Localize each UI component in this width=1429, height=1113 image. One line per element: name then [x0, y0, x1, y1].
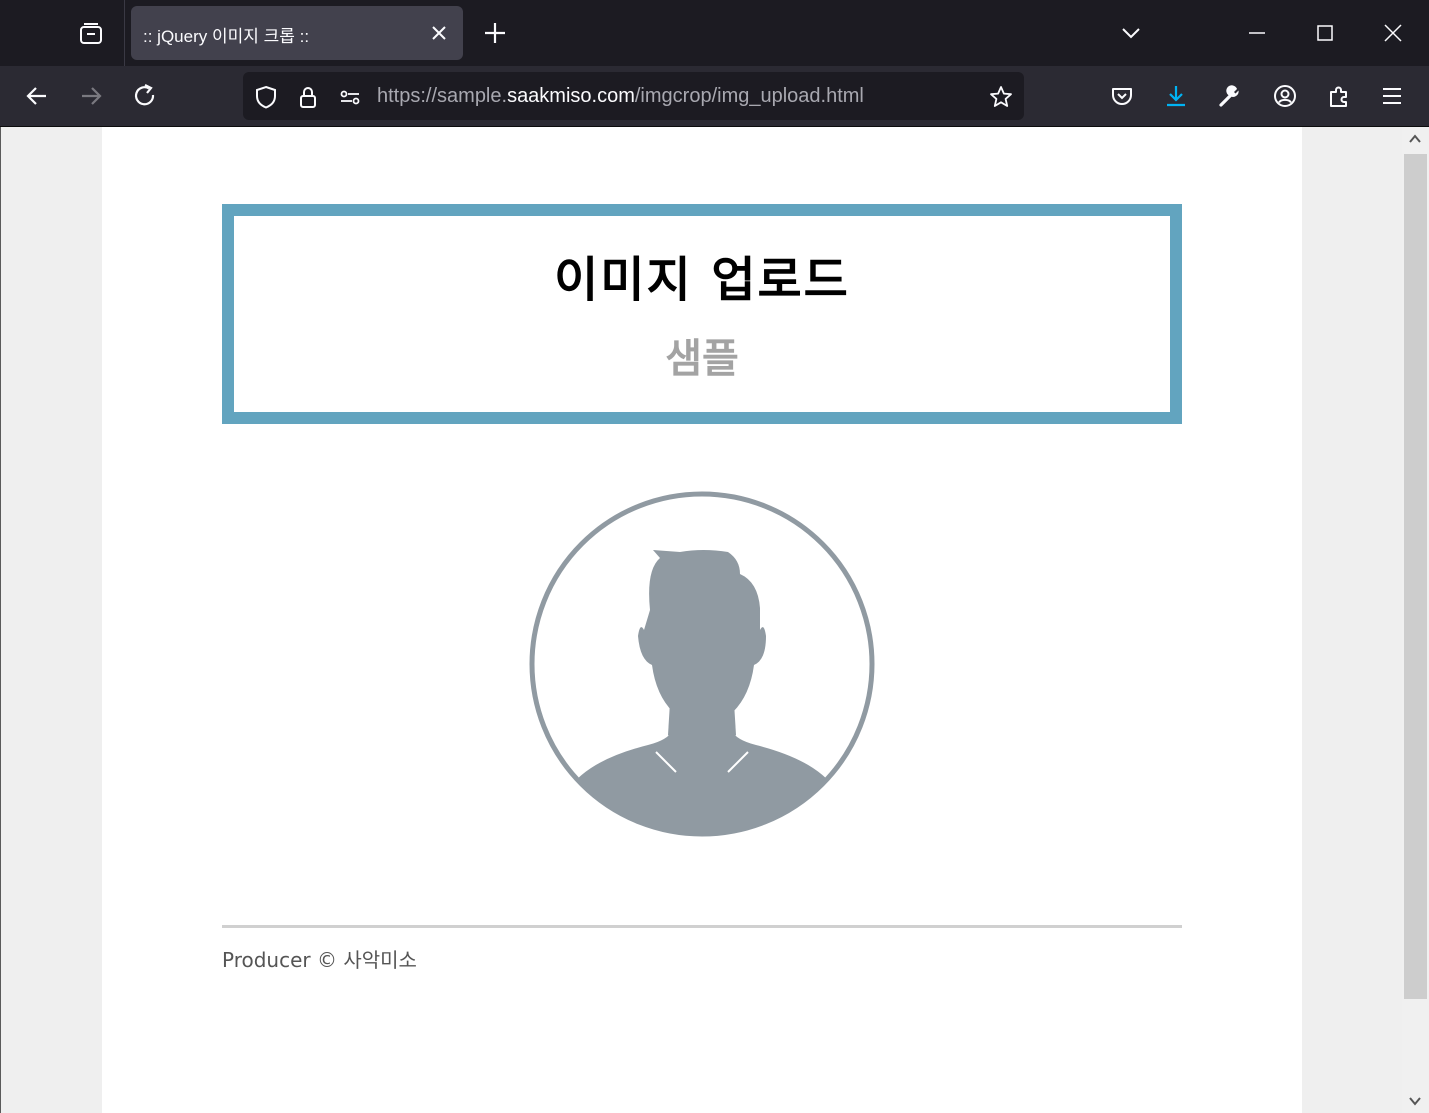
extensions-puzzle-icon[interactable]	[1324, 81, 1354, 111]
menu-hamburger-icon[interactable]	[1377, 81, 1407, 111]
tab-title: :: jQuery 이미지 크롭 ::	[143, 27, 310, 46]
url-path: /imgcrop/img_upload.html	[634, 85, 864, 107]
profile-avatar-image[interactable]	[528, 490, 876, 838]
permissions-icon[interactable]	[337, 84, 363, 110]
back-arrow-icon[interactable]	[22, 81, 52, 111]
page-container: 이미지 업로드 샘플 Producer © 사악미소	[102, 127, 1302, 1113]
downloads-icon[interactable]	[1161, 81, 1191, 111]
page-viewport: 이미지 업로드 샘플 Producer © 사악미소	[0, 127, 1402, 1113]
tab-separator	[124, 0, 125, 66]
address-bar[interactable]: https://sample.saakmiso.com/imgcrop/img_…	[243, 72, 1024, 120]
url-host: saakmiso.com	[507, 85, 635, 107]
browser-navbar: https://sample.saakmiso.com/imgcrop/img_…	[0, 66, 1429, 127]
url-text[interactable]: https://sample.saakmiso.com/imgcrop/img_…	[377, 85, 864, 108]
page-subtitle: 샘플	[665, 336, 739, 382]
pocket-icon[interactable]	[1107, 81, 1137, 111]
vertical-scrollbar[interactable]	[1402, 127, 1429, 1113]
title-box: 이미지 업로드 샘플	[222, 204, 1182, 424]
window-close-icon[interactable]	[1380, 20, 1406, 46]
scrollbar-thumb[interactable]	[1404, 154, 1427, 999]
scroll-up-chevron-icon[interactable]	[1407, 131, 1423, 147]
tab-overview-icon[interactable]	[72, 16, 110, 52]
lock-icon[interactable]	[295, 84, 321, 110]
tab-close-icon[interactable]	[429, 23, 449, 43]
scroll-down-chevron-icon[interactable]	[1407, 1093, 1423, 1109]
window-border	[0, 127, 1, 1113]
list-all-tabs-chevron-down-icon[interactable]	[1118, 20, 1144, 46]
page-title: 이미지 업로드	[554, 252, 850, 308]
footer-producer-text: Producer © 사악미소	[222, 948, 417, 972]
account-icon[interactable]	[1270, 81, 1300, 111]
window-minimize-icon[interactable]	[1244, 20, 1270, 46]
forward-arrow-icon[interactable]	[76, 81, 106, 111]
window-maximize-icon[interactable]	[1312, 20, 1338, 46]
developer-tools-wrench-icon[interactable]	[1215, 81, 1245, 111]
url-prefix: https://sample.	[377, 85, 508, 107]
bookmark-star-icon[interactable]	[988, 84, 1014, 110]
reload-icon[interactable]	[130, 81, 160, 111]
browser-titlebar: :: jQuery 이미지 크롭 ::	[0, 0, 1429, 66]
browser-tab-active[interactable]: :: jQuery 이미지 크롭 ::	[131, 6, 463, 60]
footer-divider	[222, 925, 1182, 928]
tracking-protection-shield-icon[interactable]	[253, 84, 279, 110]
new-tab-icon[interactable]	[482, 20, 508, 46]
